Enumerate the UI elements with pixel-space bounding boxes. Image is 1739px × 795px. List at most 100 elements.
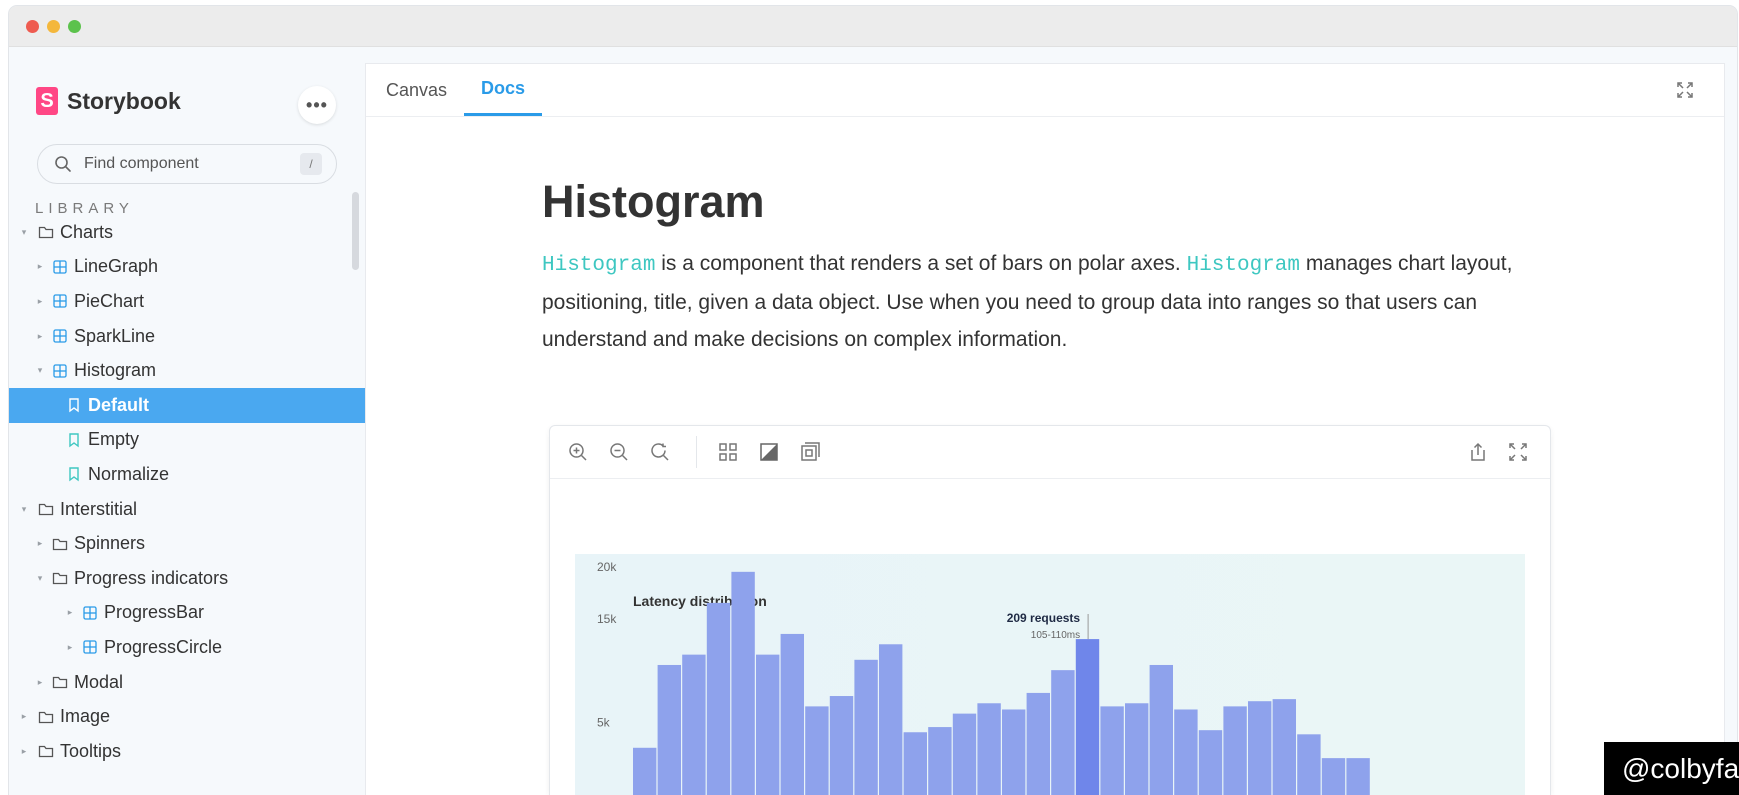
histogram-bar[interactable] (1075, 639, 1100, 795)
caret-down-icon[interactable]: ▾ (19, 504, 29, 515)
app-window: S Storybook ••• / LIBRARY ▾Charts▸LineGr… (9, 6, 1737, 795)
histogram-bar[interactable] (928, 727, 952, 795)
search-box[interactable]: / (37, 144, 337, 184)
brand[interactable]: S Storybook (36, 87, 181, 115)
sidebar-item-label: Empty (88, 429, 140, 450)
sidebar-item-label: Tooltips (60, 740, 122, 761)
bookmark-icon (69, 467, 79, 482)
caret-right-icon[interactable]: ▸ (65, 607, 75, 618)
sidebar-item-histogram[interactable]: ▾ Histogram (9, 353, 366, 388)
code-histogram: Histogram (1186, 254, 1300, 277)
histogram-bar[interactable] (1321, 758, 1346, 795)
toolbar-divider (696, 436, 697, 468)
sidebar-item-normalize[interactable]: Normalize (9, 457, 366, 492)
histogram-chart: Latency distribution 20k 15k 5k 209 request… (575, 554, 1525, 795)
tab-docs[interactable]: Docs (464, 64, 542, 116)
fullscreen-icon[interactable] (1676, 81, 1694, 99)
histogram-bar[interactable] (1297, 734, 1321, 795)
sidebar-item-sparkline[interactable]: ▸ SparkLine (9, 319, 366, 354)
grid-icon[interactable] (718, 442, 738, 462)
caret-down-icon[interactable]: ▾ (35, 365, 45, 376)
sidebar-item-default[interactable]: Default (9, 388, 366, 423)
sidebar-item-tooltips[interactable]: ▸ Tooltips (9, 734, 366, 769)
caret-right-icon[interactable]: ▸ (35, 331, 45, 342)
histogram-bar[interactable] (1100, 706, 1124, 795)
sidebar: S Storybook ••• / LIBRARY ▾Charts▸LineGr… (9, 47, 366, 795)
minimize-window-button[interactable] (47, 20, 60, 33)
sidebar-item-empty[interactable]: Empty (9, 423, 366, 458)
sidebar-item-label: SparkLine (74, 325, 156, 346)
sidebar-item-image[interactable]: ▸ Image (9, 699, 366, 734)
histogram-bar[interactable] (1248, 701, 1272, 795)
caret-right-icon[interactable]: ▸ (35, 296, 45, 307)
histogram-bar[interactable] (1051, 670, 1075, 795)
histogram-bar[interactable] (706, 602, 731, 795)
caret-right-icon[interactable]: ▸ (35, 538, 45, 549)
expand-icon[interactable] (1508, 442, 1528, 462)
histogram-bar[interactable] (977, 703, 1001, 795)
histogram-svg: Latency distribution 20k15k5k209 request… (597, 560, 1370, 795)
watermark: @colbyfa (1604, 742, 1739, 795)
caret-right-icon[interactable]: ▸ (35, 261, 45, 272)
zoom-window-button[interactable] (68, 20, 81, 33)
histogram-bar[interactable] (780, 633, 804, 795)
folder-icon (52, 573, 68, 585)
histogram-bar[interactable] (1223, 706, 1247, 795)
histogram-bar[interactable] (879, 644, 903, 795)
histogram-bar[interactable] (1272, 699, 1296, 795)
histogram-bar[interactable] (682, 654, 706, 795)
histogram-bar[interactable] (805, 706, 829, 795)
caret-right-icon[interactable]: ▸ (19, 746, 29, 757)
search-input[interactable] (82, 154, 286, 174)
histogram-bar[interactable] (952, 713, 977, 795)
sidebar-item-interstitial[interactable]: ▾ Interstitial (9, 492, 366, 527)
caret-down-icon[interactable]: ▾ (19, 227, 29, 238)
more-options-button[interactable]: ••• (298, 86, 336, 124)
close-window-button[interactable] (26, 20, 39, 33)
sidebar-item-progressbar[interactable]: ▸ ProgressBar (9, 596, 366, 631)
page-title: Histogram (542, 176, 765, 227)
sidebar-item-label: Progress indicators (74, 567, 229, 588)
caret-right-icon[interactable]: ▸ (19, 711, 29, 722)
histogram-bar[interactable] (731, 571, 755, 795)
brand-name: Storybook (67, 87, 181, 114)
zoom-in-icon[interactable] (568, 442, 588, 462)
outline-icon[interactable] (800, 442, 820, 462)
sidebar-item-progress-indicators[interactable]: ▾ Progress indicators (9, 561, 366, 596)
preview-toolbar (550, 426, 1550, 479)
reset-zoom-icon[interactable] (650, 442, 670, 462)
sidebar-item-modal[interactable]: ▸ Modal (9, 665, 366, 700)
folder-icon (38, 503, 54, 516)
background-icon[interactable] (759, 442, 779, 462)
histogram-bar[interactable] (1198, 730, 1223, 795)
histogram-bar[interactable] (903, 732, 927, 795)
sidebar-item-spinners[interactable]: ▸ Spinners (9, 526, 366, 561)
histogram-bar[interactable] (1149, 664, 1173, 795)
histogram-bar[interactable] (1346, 758, 1370, 795)
sidebar-item-label: Default (88, 394, 150, 415)
histogram-bar[interactable] (1002, 709, 1026, 795)
folder-icon (38, 746, 54, 758)
share-icon[interactable] (1468, 442, 1488, 462)
caret-down-icon[interactable]: ▾ (35, 573, 45, 584)
zoom-out-icon[interactable] (609, 442, 629, 462)
tab-canvas[interactable]: Canvas (386, 64, 447, 116)
histogram-bar[interactable] (1125, 703, 1149, 795)
histogram-bar[interactable] (756, 654, 780, 795)
histogram-bar[interactable] (657, 664, 681, 795)
sidebar-item-label: ProgressBar (104, 602, 205, 623)
histogram-bar[interactable] (1026, 692, 1050, 795)
component-description: Histogram is a component that renders a … (542, 245, 1552, 358)
sidebar-item-progresscircle[interactable]: ▸ ProgressCircle (9, 630, 366, 665)
tooltip-title: 209 requests (1007, 611, 1081, 625)
histogram-bar[interactable] (829, 696, 854, 795)
sidebar-item-charts[interactable]: ▾ Charts (9, 215, 366, 250)
histogram-bar[interactable] (1174, 709, 1198, 795)
histogram-bar[interactable] (854, 659, 878, 795)
histogram-bar[interactable] (633, 747, 657, 795)
caret-right-icon[interactable]: ▸ (35, 677, 45, 688)
sidebar-item-piechart[interactable]: ▸ PieChart (9, 284, 366, 319)
caret-right-icon[interactable]: ▸ (65, 642, 75, 653)
sidebar-item-linegraph[interactable]: ▸ LineGraph (9, 250, 366, 285)
search-icon (55, 156, 71, 172)
